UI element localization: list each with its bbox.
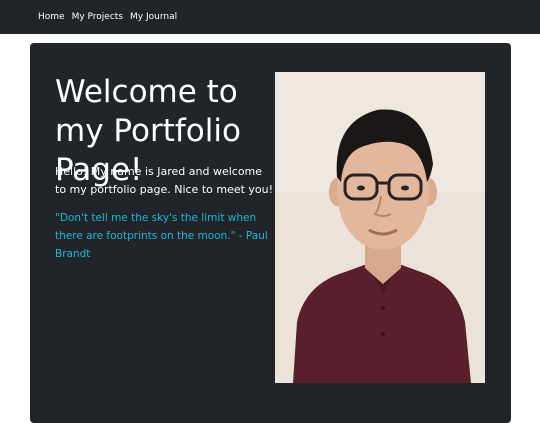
profile-photo-illustration [275,72,485,383]
quote-text: "Don't tell me the sky's the limit when … [55,212,268,260]
nav-link-home[interactable]: Home [38,12,65,22]
intro-text: Hello! My name is Jared and welcome to m… [55,165,274,196]
nav-link-my-projects[interactable]: My Projects [72,12,123,22]
top-navbar: Home My Projects My Journal [0,0,540,34]
profile-photo [275,72,485,383]
hero-card: Welcome to my Portfolio Page! Hello! My … [30,43,511,423]
nav-link-my-journal[interactable]: My Journal [130,12,177,22]
